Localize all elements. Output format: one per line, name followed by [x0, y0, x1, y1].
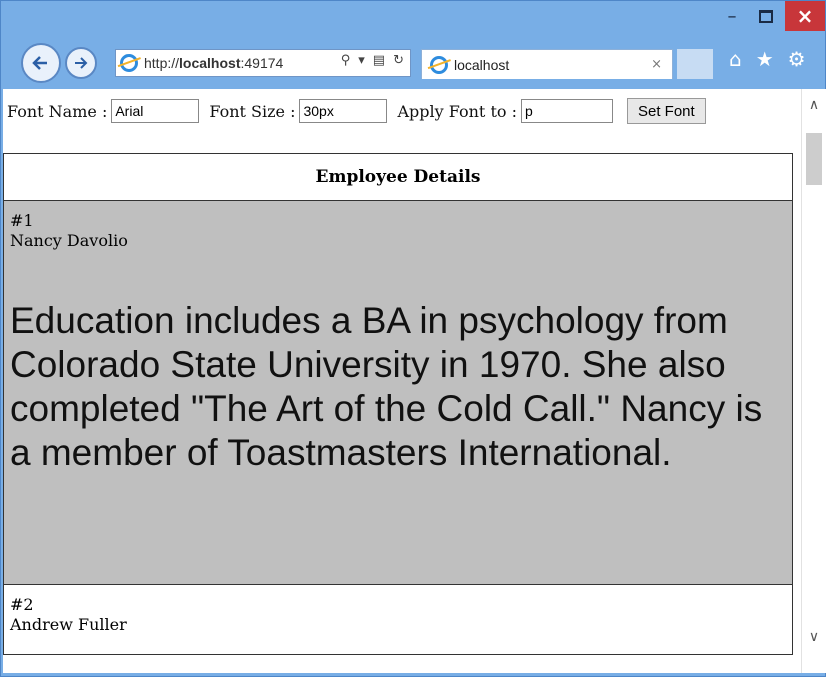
toolbar-icons: ⌂ ★ ⚙ [729, 47, 806, 71]
maximize-button[interactable] [751, 1, 781, 31]
apply-font-to-label: Apply Font to : [397, 101, 517, 121]
table-header: Employee Details [3, 153, 793, 201]
font-size-label: Font Size : [209, 101, 296, 121]
employee-id: #2 [10, 595, 34, 614]
scroll-up-icon[interactable]: ∧ [802, 97, 826, 115]
minimize-button[interactable]: – [717, 1, 747, 31]
font-name-input[interactable] [111, 99, 200, 123]
browser-window: – × http://localhost:49174 ⚲ ▾ ▤ ↻ local… [0, 0, 826, 677]
compatibility-icon[interactable]: ▤ [373, 53, 385, 68]
maximize-icon [759, 9, 773, 23]
close-window-button[interactable]: × [785, 1, 825, 31]
tab-ie-icon [430, 55, 448, 74]
employee-cell: #2 Andrew Fuller [3, 584, 793, 655]
tab-localhost[interactable]: localhost × [421, 49, 673, 79]
search-icon[interactable]: ⚲ [341, 53, 351, 68]
employee-name: Nancy Davolio [10, 231, 128, 250]
font-name-label: Font Name : [7, 101, 108, 121]
scrollbar-thumb[interactable] [806, 133, 822, 185]
set-font-button[interactable]: Set Font [626, 98, 706, 124]
font-size-input[interactable] [299, 99, 388, 123]
ie-favicon-icon [120, 54, 138, 72]
dropdown-icon[interactable]: ▾ [358, 53, 365, 68]
forward-arrow-icon [75, 57, 88, 69]
table-row: #1 Nancy Davolio Education includes a BA… [3, 200, 793, 585]
vertical-scrollbar[interactable]: ∧ ∨ [801, 89, 826, 673]
back-button[interactable] [21, 43, 61, 83]
employee-name: Andrew Fuller [10, 615, 127, 634]
employee-id: #1 [10, 211, 34, 230]
url-prefix: http:// [144, 55, 180, 71]
new-tab-button[interactable] [677, 49, 713, 79]
home-icon[interactable]: ⌂ [729, 47, 742, 71]
table-row: #2 Andrew Fuller [3, 584, 793, 655]
favorites-star-icon[interactable]: ★ [756, 47, 774, 71]
employee-details-table: Employee Details #1 Nancy Davolio Educat… [3, 153, 793, 655]
forward-button[interactable] [65, 47, 97, 79]
apply-font-to-input[interactable] [520, 99, 613, 123]
page-content: Font Name : Font Size : Apply Font to : … [3, 89, 801, 673]
back-arrow-icon [32, 56, 47, 70]
settings-gear-icon[interactable]: ⚙ [788, 47, 806, 71]
refresh-icon[interactable]: ↻ [393, 53, 404, 68]
tab-title: localhost [454, 56, 510, 73]
tab-close-icon[interactable]: × [651, 57, 662, 72]
employee-notes: Education includes a BA in psychology fr… [10, 300, 763, 473]
employee-cell: #1 Nancy Davolio Education includes a BA… [3, 200, 793, 585]
font-settings-form: Font Name : Font Size : Apply Font to : … [3, 95, 793, 127]
url-port: :49174 [240, 55, 284, 71]
url-host: localhost [179, 55, 241, 71]
scroll-down-icon[interactable]: ∨ [802, 629, 826, 647]
navigation-bar: http://localhost:49174 ⚲ ▾ ▤ ↻ localhost… [1, 33, 825, 87]
address-bar-icons: ⚲ ▾ ▤ ↻ [341, 53, 404, 68]
address-bar[interactable]: http://localhost:49174 ⚲ ▾ ▤ ↻ [115, 49, 411, 77]
